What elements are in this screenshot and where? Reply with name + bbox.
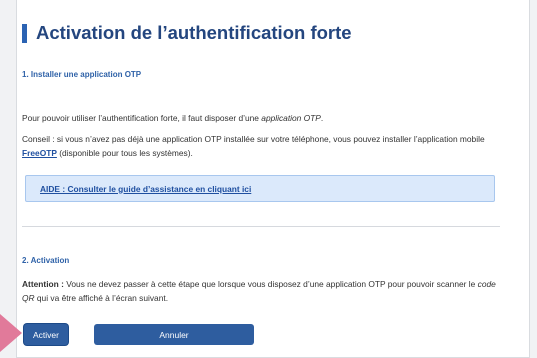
freeotp-link[interactable]: FreeOTP (22, 148, 57, 158)
advice-end: (disponible pour tous les systèmes). (56, 148, 193, 158)
help-guide-link[interactable]: AIDE : Consulter le guide d’assistance e… (40, 184, 251, 194)
intro-emphasis: application OTP (261, 113, 321, 123)
cancel-button[interactable]: Annuler (94, 324, 254, 345)
section-heading-activation: 2. Activation (22, 256, 70, 265)
section-divider (22, 226, 500, 227)
title-accent-bar (22, 24, 27, 43)
attention-text-1: Vous ne devez passer à cette étape que l… (63, 279, 478, 289)
pointer-arrow-icon (0, 314, 22, 352)
help-guide-box[interactable]: AIDE : Consulter le guide d’assistance e… (25, 175, 495, 202)
intro-end: . (320, 113, 324, 123)
attention-label: Attention : (22, 279, 64, 289)
activate-button[interactable]: Activer (24, 324, 68, 345)
section-heading-install: 1. Installer une application OTP (22, 70, 142, 79)
intro-text: Pour pouvoir utiliser l’authentification… (22, 113, 262, 123)
intro-paragraph: Pour pouvoir utiliser l’authentification… (22, 111, 500, 125)
attention-text-2: qui va être affiché à l’écran suivant. (34, 293, 169, 303)
advice-paragraph: Conseil : si vous n’avez pas déjà une ap… (22, 132, 500, 160)
advice-text: Conseil : si vous n’avez pas déjà une ap… (22, 134, 485, 144)
page-title: Activation de l’authentification forte (36, 22, 352, 43)
attention-paragraph: Attention : Vous ne devez passer à cette… (22, 277, 500, 305)
